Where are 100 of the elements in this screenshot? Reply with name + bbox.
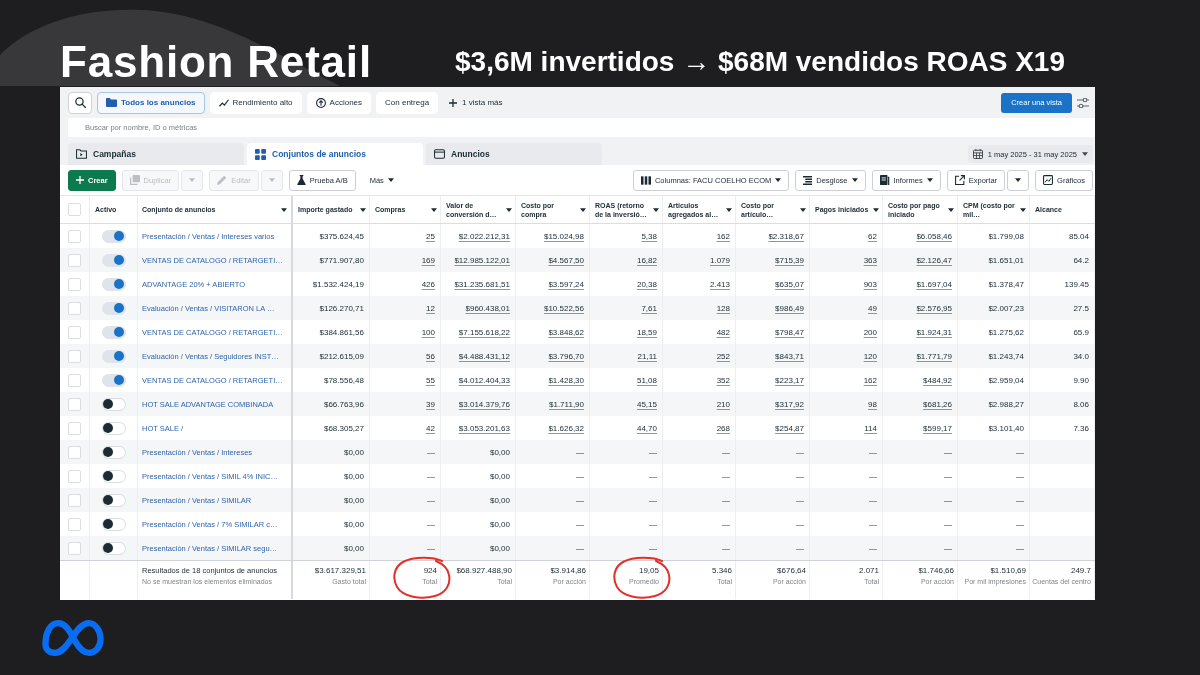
metric-link[interactable]: $6.058,46 [916,231,952,241]
metric-link[interactable]: $2.318,67 [768,231,804,241]
more-views-button[interactable]: 1 vista más [443,91,509,114]
metric-link[interactable]: 200 [863,327,877,337]
metric-link[interactable]: 120 [863,351,877,361]
dropdown-button[interactable] [1007,169,1030,191]
row-checkbox[interactable] [68,229,81,243]
metric-link[interactable]: 268 [716,423,730,433]
metric-link[interactable]: 16,82 [636,255,657,265]
row-checkbox[interactable] [68,301,81,315]
toggle-switch[interactable] [101,421,126,435]
toggle-switch[interactable] [101,229,126,243]
tab[interactable]: Campañas [68,143,244,165]
metric-link[interactable]: $1.924,31 [916,327,952,337]
metric-link[interactable]: $599,17 [923,423,952,433]
metric-link[interactable]: $715,39 [775,255,804,265]
sliders-icon[interactable] [1077,97,1089,108]
metric-link[interactable]: 44,70 [636,423,657,433]
metric-link[interactable]: 5,38 [641,231,657,241]
metric-link[interactable]: 128 [716,303,730,313]
metric-link[interactable]: $3.848,62 [548,327,584,337]
metric-link[interactable]: 42 [426,423,435,433]
metric-link[interactable]: $3.053.201,63 [458,423,510,433]
toggle-switch[interactable] [101,277,126,291]
tab[interactable]: Conjuntos de anuncios [247,143,423,165]
metric-link[interactable]: $4.012.404,33 [458,375,510,385]
view-chip[interactable]: Acciones [306,91,372,114]
metric-link[interactable]: $4.567,50 [548,255,584,265]
metric-link[interactable]: $1.428,30 [548,375,584,385]
toggle-switch[interactable] [101,493,126,507]
row-checkbox[interactable] [68,253,81,267]
row-checkbox[interactable] [68,373,81,387]
metric-link[interactable]: $960.438,01 [465,303,510,313]
metric-link[interactable]: $843,71 [775,351,804,361]
metric-link[interactable]: 62 [868,231,877,241]
metric-link[interactable]: $635,07 [775,279,804,289]
metric-link[interactable]: $1.626,32 [548,423,584,433]
metric-link[interactable]: 252 [716,351,730,361]
metric-link[interactable]: 210 [716,399,730,409]
metric-link[interactable]: 98 [868,399,877,409]
row-checkbox[interactable] [68,493,81,507]
metric-link[interactable]: 56 [426,351,435,361]
metric-link[interactable]: 39 [426,399,435,409]
metric-link[interactable]: 2.413 [709,279,730,289]
metric-link[interactable]: $484,92 [923,375,952,385]
row-checkbox[interactable] [68,445,81,459]
view-chip[interactable]: Todos los anuncios [97,91,205,114]
row-checkbox[interactable] [68,397,81,411]
toggle-switch[interactable] [101,349,126,363]
metric-link[interactable]: $15.024,98 [543,231,584,241]
metric-link[interactable]: 51,08 [636,375,657,385]
metric-link[interactable]: $1.771,79 [916,351,952,361]
metric-link[interactable]: 12 [426,303,435,313]
metric-link[interactable]: 162 [863,375,877,385]
metric-link[interactable]: 100 [421,327,435,337]
metric-link[interactable]: 169 [421,255,435,265]
toggle-switch[interactable] [101,445,126,459]
metric-link[interactable]: $2.126,47 [916,255,952,265]
metric-link[interactable]: $3.597,24 [548,279,584,289]
metric-link[interactable]: $31.235.681,51 [454,279,510,289]
row-checkbox[interactable] [68,517,81,531]
metric-link[interactable]: 49 [868,303,877,313]
toggle-switch[interactable] [101,253,126,267]
metric-link[interactable]: 55 [426,375,435,385]
row-checkbox[interactable] [68,349,81,363]
metric-link[interactable]: $798,47 [775,327,804,337]
row-checkbox[interactable] [68,421,81,435]
toggle-switch[interactable] [101,469,126,483]
metric-link[interactable]: $2.022.212,31 [458,231,510,241]
metric-link[interactable]: $254,87 [775,423,804,433]
metric-link[interactable]: 482 [716,327,730,337]
metric-link[interactable]: $10.522,56 [543,303,584,313]
metric-link[interactable]: $3.014.379,76 [458,399,510,409]
metric-link[interactable]: 7,61 [641,303,657,313]
metric-link[interactable]: 114 [864,423,877,433]
view-chip[interactable]: Rendimiento alto [209,91,302,114]
metric-link[interactable]: $3.796,70 [548,351,584,361]
metric-link[interactable]: 1.079 [709,255,730,265]
row-checkbox[interactable] [68,541,81,555]
toggle-switch[interactable] [101,325,126,339]
row-checkbox[interactable] [68,203,81,216]
metric-link[interactable]: $1.697,04 [916,279,952,289]
metric-link[interactable]: $2.576,95 [916,303,952,313]
metric-link[interactable]: $7.155.618,22 [458,327,510,337]
metric-link[interactable]: $1.711,90 [549,399,584,409]
toggle-switch[interactable] [101,301,126,315]
metric-link[interactable]: $12.985.122,01 [454,255,510,265]
row-checkbox[interactable] [68,469,81,483]
metric-link[interactable]: $681,26 [923,399,952,409]
row-checkbox[interactable] [68,277,81,291]
metric-link[interactable]: 21,11 [637,351,657,361]
metric-link[interactable]: $986,49 [775,303,804,313]
metric-link[interactable]: 903 [863,279,877,289]
metric-link[interactable]: 363 [863,255,877,265]
view-chip[interactable]: Con entrega [376,91,439,114]
tab[interactable]: Anuncios [426,143,602,165]
metric-link[interactable]: 162 [716,231,730,241]
metric-link[interactable]: 20,38 [636,279,657,289]
toggle-switch[interactable] [101,517,126,531]
metric-link[interactable]: 45,15 [636,399,657,409]
